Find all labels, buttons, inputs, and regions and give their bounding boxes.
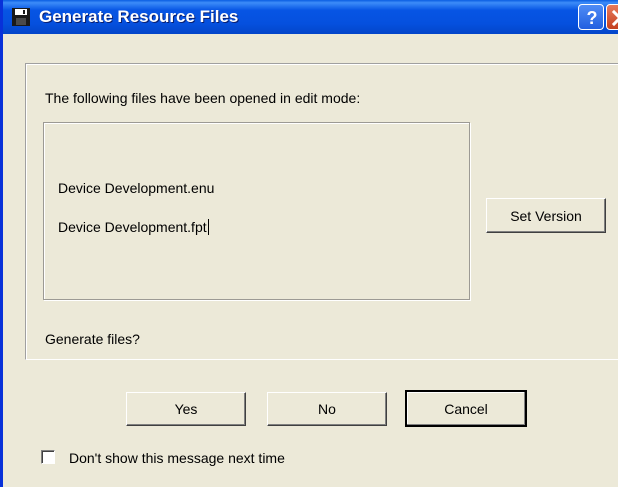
- intro-text: The following files have been opened in …: [45, 90, 361, 106]
- question-text: Generate files?: [45, 331, 140, 347]
- cancel-button[interactable]: Cancel: [405, 390, 527, 427]
- question-mark-icon: ?: [587, 8, 598, 28]
- dont-show-again-checkbox[interactable]: [41, 450, 55, 464]
- file-list-item[interactable]: Device Development.enu: [58, 180, 214, 196]
- dialog-window: Generate Resource Files ? The following …: [0, 0, 618, 487]
- close-x-icon: [611, 9, 618, 27]
- no-button[interactable]: No: [267, 392, 387, 426]
- title-bar[interactable]: Generate Resource Files ?: [3, 0, 618, 34]
- text-caret: [207, 219, 209, 235]
- help-button[interactable]: ?: [578, 4, 604, 30]
- file-list[interactable]: [43, 122, 470, 300]
- file-list-item[interactable]: Device Development.fpt: [58, 219, 209, 235]
- close-button[interactable]: [606, 4, 618, 30]
- set-version-button[interactable]: Set Version: [486, 198, 606, 233]
- svg-text:?: ?: [587, 8, 598, 28]
- floppy-disk-icon: [12, 8, 30, 26]
- window-title: Generate Resource Files: [39, 7, 239, 26]
- dont-show-again-label[interactable]: Don't show this message next time: [69, 450, 285, 466]
- yes-button[interactable]: Yes: [126, 392, 246, 426]
